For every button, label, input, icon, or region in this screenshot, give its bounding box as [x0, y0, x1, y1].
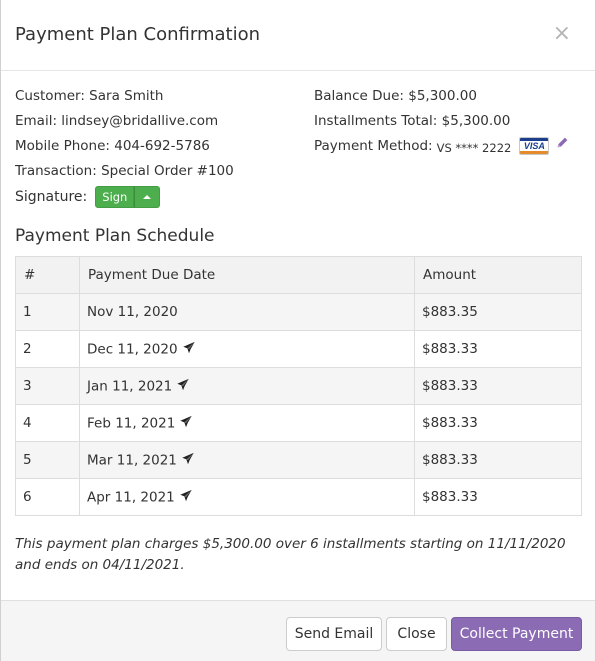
row-number: 6: [15, 478, 80, 516]
customer-info: Customer: Sara Smith Email: lindsey@brid…: [15, 87, 234, 211]
customer-phone: Mobile Phone: 404-692-5786: [15, 138, 210, 154]
due-date-text: Dec 11, 2020: [87, 341, 178, 357]
row-due-date: Nov 11, 2020: [79, 293, 415, 331]
row-number: 4: [15, 404, 80, 442]
row-amount: $883.33: [414, 330, 582, 368]
paper-plane-icon: [176, 378, 190, 395]
row-due-date: Feb 11, 2021: [79, 404, 415, 442]
table-row: 1 Nov 11, 2020 $883.35: [15, 293, 582, 331]
row-number: 2: [15, 330, 80, 368]
schedule-body: 1 Nov 11, 2020 $883.35 2 Dec 11, 2020 $883.33…: [15, 293, 582, 516]
due-date-text: Apr 11, 2021: [87, 489, 175, 505]
customer-email: Email: lindsey@bridallive.com: [15, 113, 219, 129]
customer-name: Customer: Sara Smith: [15, 88, 164, 104]
send-email-button[interactable]: Send Email: [286, 617, 382, 651]
balance-due: Balance Due: $5,300.00: [314, 88, 477, 104]
due-date-text: Mar 11, 2021: [87, 452, 177, 468]
row-due-date: Apr 11, 2021: [79, 478, 415, 516]
row-number: 1: [15, 293, 80, 331]
plan-info: Customer: Sara Smith Email: lindsey@brid…: [1, 71, 595, 211]
installments-total: Installments Total: $5,300.00: [314, 113, 511, 129]
caret-up-icon: [143, 195, 152, 199]
table-row: 2 Dec 11, 2020 $883.33: [15, 330, 582, 368]
payment-method: Payment Method: VS **** 2222 VISA: [314, 137, 569, 162]
due-date-text: Nov 11, 2020: [87, 304, 178, 320]
collect-payment-button[interactable]: Collect Payment: [451, 617, 582, 651]
sign-dropdown-toggle[interactable]: [134, 186, 161, 208]
row-due-date: Dec 11, 2020: [79, 330, 415, 368]
table-row: 5 Mar 11, 2021 $883.33: [15, 441, 582, 479]
table-row: 6 Apr 11, 2021 $883.33: [15, 478, 582, 516]
schedule-table: # Payment Due Date Amount 1 Nov 11, 2020 $…: [15, 256, 582, 516]
plan-summary: This payment plan charges $5,300.00 over…: [15, 536, 566, 573]
row-number: 3: [15, 367, 80, 405]
visa-card-icon: VISA: [519, 137, 550, 155]
modal-header: Payment Plan Confirmation ×: [1, 0, 595, 71]
sign-button[interactable]: Sign: [95, 186, 135, 208]
row-due-date: Mar 11, 2021: [79, 441, 415, 479]
row-amount: $883.33: [414, 478, 582, 516]
paper-plane-icon: [182, 341, 196, 358]
schedule-title: Payment Plan Schedule: [15, 226, 215, 246]
paper-plane-icon: [179, 489, 193, 506]
due-date-text: Feb 11, 2021: [87, 415, 176, 431]
signature-row: Signature: Sign: [15, 183, 234, 211]
table-header-row: # Payment Due Date Amount: [15, 256, 582, 294]
row-amount: $883.33: [414, 367, 582, 405]
paper-plane-icon: [181, 452, 195, 469]
due-date-text: Jan 11, 2021: [87, 378, 173, 394]
row-amount: $883.33: [414, 404, 582, 442]
signature-label: Signature:: [15, 189, 88, 205]
close-icon[interactable]: ×: [553, 23, 571, 45]
close-button[interactable]: Close: [386, 617, 447, 651]
payment-method-label: Payment Method:: [314, 138, 433, 154]
payment-plan-modal: Payment Plan Confirmation × Customer: Sa…: [0, 0, 596, 661]
row-amount: $883.33: [414, 441, 582, 479]
modal-title: Payment Plan Confirmation: [15, 24, 260, 45]
card-number: VS **** 2222: [436, 141, 512, 155]
table-row: 4 Feb 11, 2021 $883.33: [15, 404, 582, 442]
table-row: 3 Jan 11, 2021 $883.33: [15, 367, 582, 405]
row-number: 5: [15, 441, 80, 479]
balance-info: Balance Due: $5,300.00 Installments Tota…: [314, 87, 569, 162]
column-header-amount: Amount: [414, 256, 582, 294]
row-due-date: Jan 11, 2021: [79, 367, 415, 405]
column-header-due-date: Payment Due Date: [79, 256, 415, 294]
pencil-icon[interactable]: [556, 136, 569, 155]
paper-plane-icon: [179, 415, 193, 432]
sign-button-group: Sign: [95, 186, 161, 208]
column-header-number: #: [15, 256, 80, 294]
modal-footer: Send Email Close Collect Payment: [1, 600, 595, 661]
row-amount: $883.35: [414, 293, 582, 331]
